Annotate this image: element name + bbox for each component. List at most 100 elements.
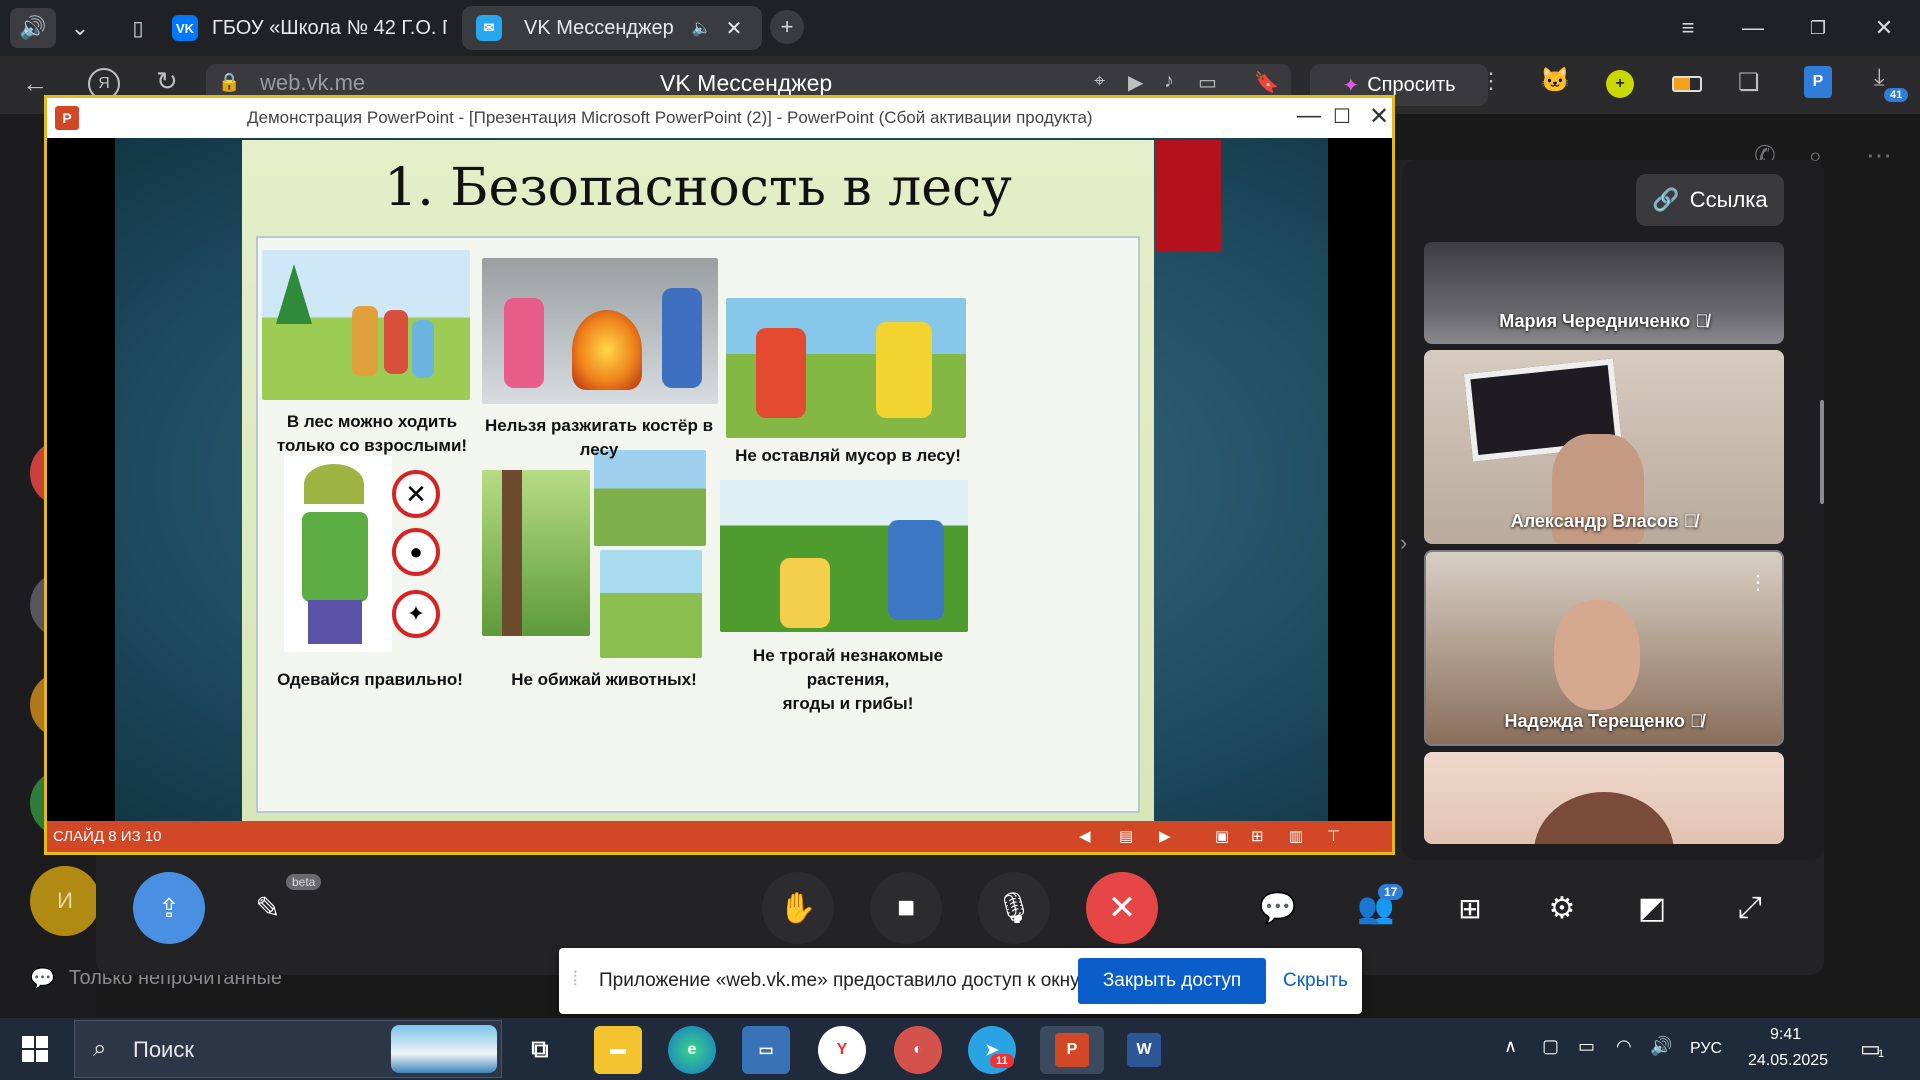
kids-animal-image [594, 450, 706, 546]
link-button[interactable]: 🔗 Ссылка [1636, 174, 1784, 226]
powerpoint-taskbar-button[interactable]: P [1040, 1026, 1104, 1074]
pp-minimize-icon[interactable]: — [1297, 102, 1321, 130]
search-icon: ⌕ [93, 1035, 107, 1062]
close-window-icon[interactable]: ✕ [1866, 10, 1902, 46]
user-avatar[interactable]: И [30, 866, 100, 936]
next-slide-icon[interactable]: ▶ [1159, 827, 1177, 845]
participant-name: Надежда Терещенко 🎙̸ [1504, 711, 1704, 731]
magic-icon: ✎ [255, 891, 281, 925]
caption-litter: Не оставляй мусор в лесу! [735, 446, 961, 465]
stop-sharing-button[interactable]: Закрыть доступ [1078, 958, 1266, 1004]
word-app-icon: W [1127, 1033, 1161, 1067]
clock-date[interactable]: 24.05.2025 [1748, 1052, 1828, 1070]
audio-tab-icon[interactable]: 🔊 [10, 8, 56, 48]
collapse-sidebar-icon[interactable]: › [1400, 530, 1407, 556]
link-button-label: Ссылка [1689, 187, 1768, 212]
edge-icon[interactable]: e [668, 1026, 716, 1074]
tray-chevron-icon[interactable]: ∧ [1504, 1036, 1517, 1057]
clock-time[interactable]: 9:41 [1770, 1026, 1801, 1044]
participant-tile[interactable]: Мария Чередниченко 🎙̸ [1424, 242, 1784, 344]
end-call-button[interactable]: ✕ [1086, 872, 1158, 944]
pip-button[interactable]: ◩ [1630, 886, 1674, 930]
slide-sorter-icon[interactable]: ⊞ [1251, 827, 1269, 845]
beautify-button[interactable]: ✎ [246, 886, 290, 930]
url-text[interactable]: web.vk.me [260, 70, 365, 96]
more-horizontal-icon[interactable]: ⋯ [1866, 140, 1892, 171]
lock-icon: 🔒 [218, 72, 241, 92]
gear-icon: ⚙ [1548, 891, 1576, 925]
share-screen-button[interactable]: ⇪ [133, 872, 205, 944]
participant-tile[interactable] [1424, 752, 1784, 844]
bookmark-icon[interactable]: 🔖 [1254, 70, 1279, 95]
extension-p-icon[interactable]: P [1804, 66, 1832, 98]
normal-view-icon[interactable]: ▣ [1215, 827, 1233, 845]
litter-image [726, 298, 966, 438]
chat-button[interactable]: 💬 [1256, 886, 1300, 930]
caption-dress: Одевайся правильно! [277, 670, 463, 689]
more-vert-icon[interactable]: ⋮ [1480, 68, 1502, 94]
camera-permission-icon[interactable]: ▶ [1128, 70, 1143, 95]
upload-icon: ⇪ [158, 892, 180, 923]
task-view-icon[interactable]: ⧉ [516, 1026, 564, 1074]
reload-icon[interactable]: ↻ [156, 66, 178, 97]
wifi-icon[interactable]: ◠ [1616, 1036, 1632, 1057]
tab-vk-messenger[interactable]: ✉ VK Мессенджер 🔈 ✕ [462, 6, 762, 50]
mic-permission-icon[interactable]: ♪ [1164, 70, 1174, 93]
beta-badge: beta [286, 874, 322, 890]
camera-icon: ■ [896, 891, 916, 924]
app-icon[interactable]: ◐ [894, 1026, 942, 1074]
vk-messenger-icon: ✉ [476, 15, 502, 41]
tray-device-icon[interactable]: ▢ [1542, 1036, 1559, 1057]
taskbar-search[interactable]: ⌕ Поиск [74, 1020, 502, 1078]
microphone-button[interactable]: 🎙 [978, 872, 1050, 944]
word-taskbar-button[interactable]: W [1120, 1026, 1168, 1074]
no-tick-icon: ● [392, 528, 440, 576]
chat-permission-icon[interactable]: ▭ [1198, 70, 1217, 95]
grid-icon: ⊞ [1458, 892, 1482, 924]
battery-icon[interactable]: ▭ [1578, 1036, 1595, 1057]
file-explorer-icon[interactable]: ▬ [594, 1026, 642, 1074]
page-icon[interactable]: ▯ [120, 8, 156, 48]
tab-school[interactable]: VK ГБОУ «Школа № 42 Г.О. Г [172, 6, 450, 50]
yandex-browser-icon[interactable]: Y [818, 1026, 866, 1074]
participant-tile[interactable]: ⋮ Надежда Терещенко 🎙̸ [1424, 550, 1784, 746]
restore-icon[interactable]: ❐ [1800, 10, 1836, 46]
ask-label: Спросить [1367, 73, 1456, 96]
telegram-badge: 11 [990, 1054, 1014, 1068]
location-icon[interactable]: ⌖ [1094, 70, 1105, 93]
windows-start-icon[interactable] [22, 1036, 48, 1062]
settings-button[interactable]: ⚙ [1540, 886, 1584, 930]
reading-view-icon[interactable]: ▥ [1289, 827, 1307, 845]
minimize-icon[interactable]: — [1735, 10, 1771, 46]
menu-icon[interactable]: ≡ [1670, 10, 1706, 46]
camera-button[interactable]: ■ [870, 872, 942, 944]
slideshow-icon[interactable]: ⊤ [1327, 827, 1345, 845]
grid-view-button[interactable]: ⊞ [1448, 886, 1492, 930]
downloads-icon[interactable]: ⤓ [1874, 64, 1885, 92]
tile-more-icon[interactable]: ⋮ [1748, 570, 1768, 595]
pp-maximize-icon[interactable]: ☐ [1333, 104, 1351, 129]
collections-icon[interactable]: ❏ [1738, 68, 1760, 97]
extension-plus-icon[interactable]: + [1606, 70, 1634, 98]
sidebar-scrollbar[interactable] [1820, 400, 1824, 504]
participant-tile[interactable]: Александр Власов 🎙̸ [1424, 350, 1784, 544]
drag-handle-icon[interactable]: ⦙ [573, 968, 577, 991]
search-placeholder: Поиск [133, 1037, 194, 1062]
extension-ninja-icon[interactable]: 🐱 [1540, 66, 1570, 95]
pc-settings-icon[interactable]: ▭ [742, 1026, 790, 1074]
tab-list-chevron-icon[interactable]: ⌄ [62, 8, 98, 48]
input-language[interactable]: РУС [1690, 1040, 1722, 1058]
microphone-icon: 🎙 [994, 891, 1034, 925]
notes-icon[interactable]: ▤ [1119, 827, 1137, 845]
new-tab-icon[interactable]: + [770, 10, 804, 44]
powerpoint-titlebar: P Демонстрация PowerPoint - [Презентация… [47, 98, 1392, 138]
prev-slide-icon[interactable]: ◀ [1079, 827, 1097, 845]
raise-hand-button[interactable]: ✋ [762, 872, 834, 944]
fullscreen-button[interactable]: ⤢ [1728, 886, 1772, 930]
hide-button[interactable]: Скрыть [1283, 970, 1348, 992]
battery-saver-icon[interactable] [1672, 76, 1702, 92]
close-tab-icon[interactable]: ✕ [726, 16, 743, 41]
pp-close-icon[interactable]: ✕ [1369, 102, 1389, 131]
volume-icon[interactable]: 🔊 [1650, 1036, 1672, 1057]
link-icon: 🔗 [1652, 187, 1680, 212]
